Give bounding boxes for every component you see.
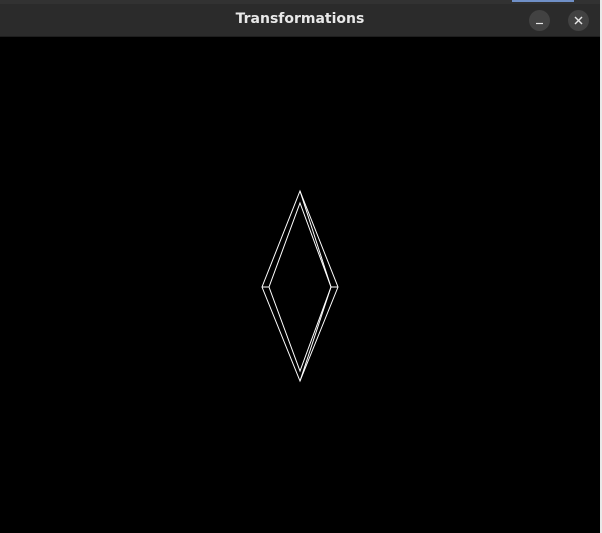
window-title: Transformations xyxy=(235,11,365,27)
edge-connector-top-right xyxy=(299,190,332,288)
close-icon xyxy=(574,16,583,25)
drawing-canvas[interactable] xyxy=(0,37,600,533)
wireframe-drawing xyxy=(261,189,339,383)
inner-diamond-shape xyxy=(268,201,332,373)
minimize-icon xyxy=(536,22,543,25)
close-button[interactable] xyxy=(568,10,589,31)
title-bar[interactable]: Transformations xyxy=(0,0,600,37)
outer-diamond-shape xyxy=(261,189,339,383)
edge-connector-bottom-right xyxy=(299,286,332,382)
app-window: Transformations xyxy=(0,0,600,533)
minimize-button[interactable] xyxy=(529,10,550,31)
